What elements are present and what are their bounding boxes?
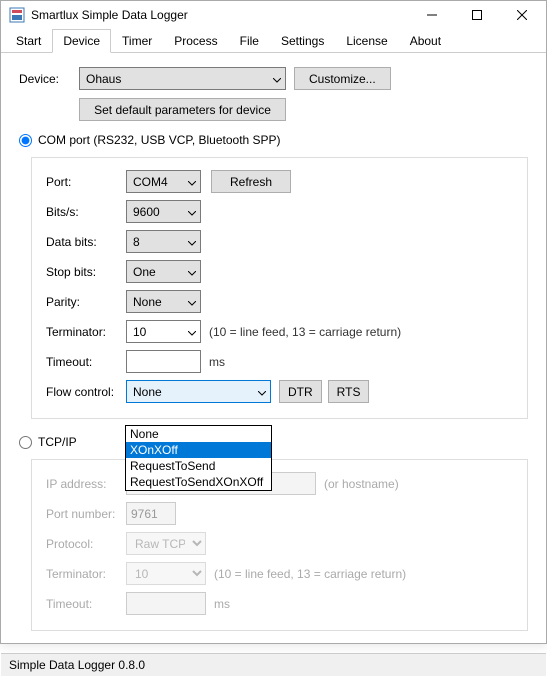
comport-radio-label: COM port (RS232, USB VCP, Bluetooth SPP) xyxy=(38,133,281,147)
tcpip-section: IP address: (or hostname) Port number: P… xyxy=(31,459,528,631)
device-label: Device: xyxy=(19,72,79,86)
chevron-down-icon xyxy=(188,295,196,309)
refresh-button[interactable]: Refresh xyxy=(211,170,291,193)
tab-timer[interactable]: Timer xyxy=(111,29,163,52)
flow-dropdown-list[interactable]: None XOnXOff RequestToSend RequestToSend… xyxy=(125,425,272,491)
maximize-button[interactable] xyxy=(454,1,499,29)
chevron-down-icon xyxy=(258,385,266,399)
titlebar: Smartlux Simple Data Logger xyxy=(1,1,546,29)
tab-device[interactable]: Device xyxy=(52,29,111,53)
parity-select[interactable]: None xyxy=(126,290,201,313)
close-button[interactable] xyxy=(499,1,544,29)
timeout-label: Timeout: xyxy=(46,355,126,369)
parity-label: Parity: xyxy=(46,295,126,309)
timeout-unit: ms xyxy=(209,355,225,369)
protocol-label: Protocol: xyxy=(46,537,126,551)
tcpip-radio[interactable] xyxy=(19,436,32,449)
protocol-select: Raw TCP xyxy=(126,532,206,555)
tcp-timeout-unit: ms xyxy=(214,597,230,611)
dtr-button[interactable]: DTR xyxy=(279,380,322,403)
tab-file[interactable]: File xyxy=(229,29,270,52)
tab-process[interactable]: Process xyxy=(163,29,228,52)
portnum-label: Port number: xyxy=(46,507,126,521)
comport-radio[interactable] xyxy=(19,134,32,147)
tcp-timeout-label: Timeout: xyxy=(46,597,126,611)
portnum-input xyxy=(126,502,176,525)
chevron-down-icon xyxy=(188,175,196,189)
terminator-select[interactable]: 10 xyxy=(126,320,201,343)
flow-select[interactable]: None xyxy=(126,380,271,403)
app-window: Smartlux Simple Data Logger Start Device… xyxy=(0,0,547,644)
tab-start[interactable]: Start xyxy=(5,29,52,52)
chevron-down-icon xyxy=(188,265,196,279)
tab-bar: Start Device Timer Process File Settings… xyxy=(1,29,546,53)
flow-option-xonxoff[interactable]: XOnXOff xyxy=(126,442,271,458)
port-select[interactable]: COM4 xyxy=(126,170,201,193)
customize-button[interactable]: Customize... xyxy=(294,67,391,90)
tab-settings[interactable]: Settings xyxy=(270,29,335,52)
chevron-down-icon xyxy=(188,205,196,219)
ip-hint: (or hostname) xyxy=(324,477,399,491)
tab-license[interactable]: License xyxy=(335,29,398,52)
bits-select[interactable]: 9600 xyxy=(126,200,201,223)
comport-section: Port: COM4 Refresh Bits/s: 9600 Data bit… xyxy=(31,157,528,419)
set-defaults-button[interactable]: Set default parameters for device xyxy=(79,98,286,121)
chevron-down-icon xyxy=(273,72,281,86)
timeout-input[interactable] xyxy=(126,350,201,373)
tcp-timeout-input xyxy=(126,592,206,615)
tab-content: Device: Ohaus Customize... Set default p… xyxy=(1,53,546,653)
ip-label: IP address: xyxy=(46,477,126,491)
rts-button[interactable]: RTS xyxy=(328,380,370,403)
flow-option-rts[interactable]: RequestToSend xyxy=(126,458,271,474)
tcp-terminator-hint: (10 = line feed, 13 = carriage return) xyxy=(214,567,406,581)
device-select[interactable]: Ohaus xyxy=(79,67,286,90)
chevron-down-icon xyxy=(188,325,196,339)
port-label: Port: xyxy=(46,175,126,189)
tab-about[interactable]: About xyxy=(399,29,452,52)
tcp-terminator-select: 10 xyxy=(126,562,206,585)
stopbits-label: Stop bits: xyxy=(46,265,126,279)
bits-label: Bits/s: xyxy=(46,205,126,219)
flow-option-none[interactable]: None xyxy=(126,426,271,442)
databits-select[interactable]: 8 xyxy=(126,230,201,253)
tcp-terminator-label: Terminator: xyxy=(46,567,126,581)
flow-label: Flow control: xyxy=(46,385,126,399)
terminator-label: Terminator: xyxy=(46,325,126,339)
stopbits-select[interactable]: One xyxy=(126,260,201,283)
databits-label: Data bits: xyxy=(46,235,126,249)
app-icon xyxy=(9,7,25,23)
flow-option-rtsxon[interactable]: RequestToSendXOnXOff xyxy=(126,474,271,490)
chevron-down-icon xyxy=(188,235,196,249)
statusbar: Simple Data Logger 0.8.0 xyxy=(1,653,546,676)
tcpip-radio-label: TCP/IP xyxy=(38,435,77,449)
minimize-button[interactable] xyxy=(409,1,454,29)
window-title: Smartlux Simple Data Logger xyxy=(31,8,409,22)
terminator-hint: (10 = line feed, 13 = carriage return) xyxy=(209,325,401,339)
